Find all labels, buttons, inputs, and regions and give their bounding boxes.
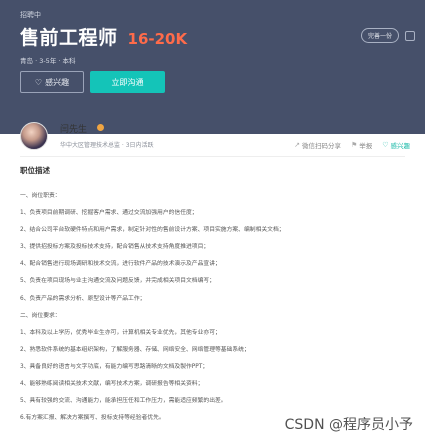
desc-line: 1、本科及以上学历，优秀毕业生亦可，计算机相关专业优先，其他专业亦可； xyxy=(20,329,221,336)
desc-line: 4、配合销售进行现场调研和技术交流，进行软件产品的技术演示及产品宣讲； xyxy=(20,261,221,268)
flag-icon: ⚑ xyxy=(350,141,358,149)
report-label: 举报 xyxy=(359,142,373,150)
job-meta: 青岛 · 3-5年 · 本科 xyxy=(20,57,76,65)
desc-line: 2、熟悉软件系统的基本组织架构，了解服务器、存储、网络安全、网络管理等基础系统； xyxy=(20,346,250,353)
desc-line: 2、结合公司平台软硬件特点和用户需求，制定针对性的售前设计方案、项目实施方案、编… xyxy=(20,227,285,234)
recruiter-card: 闫先生 华中大区管理技术总监 · 3日内活跃 ↗ 微信扫码分享 ⚑ 举报 ♡ 感… xyxy=(20,122,410,158)
header-tools: 完善一份 xyxy=(360,28,415,43)
job-title: 售前工程师 xyxy=(20,27,118,49)
desc-line: 5、具有较强的交流、沟通能力，能承担压任和工作压力，需能适应频繁的出差。 xyxy=(20,398,227,405)
desc-line: 二、岗位要求： xyxy=(20,312,61,319)
avatar[interactable] xyxy=(20,122,48,150)
share-wechat-action[interactable]: ↗ 微信扫码分享 xyxy=(294,140,341,150)
heart-icon: ♡ xyxy=(34,77,43,87)
interest-button[interactable]: ♡ 感兴趣 xyxy=(20,71,84,93)
verified-badge-icon xyxy=(97,124,104,131)
csdn-watermark: CSDN @程序员小予 xyxy=(284,417,413,433)
desc-line: 3、具备良好的语言与文字功底，有能力编写思路清晰的文档及製作PPT； xyxy=(20,363,209,370)
chat-now-button[interactable]: 立即沟通 xyxy=(90,71,165,93)
recruiting-status: 招聘中 xyxy=(20,11,41,19)
share-icon: ↗ xyxy=(294,141,300,149)
interest-button-label: 感兴趣 xyxy=(45,77,70,87)
section-title: 职位描述 xyxy=(20,166,50,175)
job-header: 招聘中 售前工程师 16-20K 青岛 · 3-5年 · 本科 ♡ 感兴趣 立即… xyxy=(0,0,425,134)
recruiter-subtitle: 华中大区管理技术总监 · 3日内活跃 xyxy=(60,142,154,149)
salary: 16-20K xyxy=(127,30,188,48)
heart-icon: ♡ xyxy=(382,141,389,149)
menu-icon[interactable] xyxy=(405,30,415,41)
desc-line: 6、负责产品的需求分析、原型设计等产品工作； xyxy=(20,295,146,302)
desc-line: 5、负责在项目现场与业主沟通交流及问题反馈，并完成相关项目文档编写； xyxy=(20,278,215,285)
complete-resume-pill[interactable]: 完善一份 xyxy=(360,28,399,43)
divider xyxy=(20,156,405,157)
title-row: 售前工程师 16-20K xyxy=(20,23,187,50)
recruiter-name: 闫先生 xyxy=(60,125,88,135)
interest-label: 感兴趣 xyxy=(390,142,411,150)
job-description: 一、岗位职责： 1、负责项目前期调研、挖掘客户需求、通过交流加强用户的信任度； … xyxy=(20,191,410,430)
desc-line: 一、岗位职责： xyxy=(20,193,61,199)
recruiter-actions: ↗ 微信扫码分享 ⚑ 举报 ♡ 感兴趣 xyxy=(284,140,410,150)
desc-line: 4、能够熟练阅读相关技术文献，编写技术方案，调研报告等相关资料； xyxy=(20,381,204,388)
interest-action[interactable]: ♡ 感兴趣 xyxy=(382,140,410,150)
desc-line: 1、负责项目前期调研、挖掘客户需求、通过交流加强用户的信任度； xyxy=(20,210,198,217)
report-action[interactable]: ⚑ 举报 xyxy=(351,140,372,150)
share-label: 微信扫码分享 xyxy=(301,142,341,150)
desc-line: 3、提供招投标方案及投标技术支持，配合销售从技术支持角度推进项目； xyxy=(20,244,210,251)
